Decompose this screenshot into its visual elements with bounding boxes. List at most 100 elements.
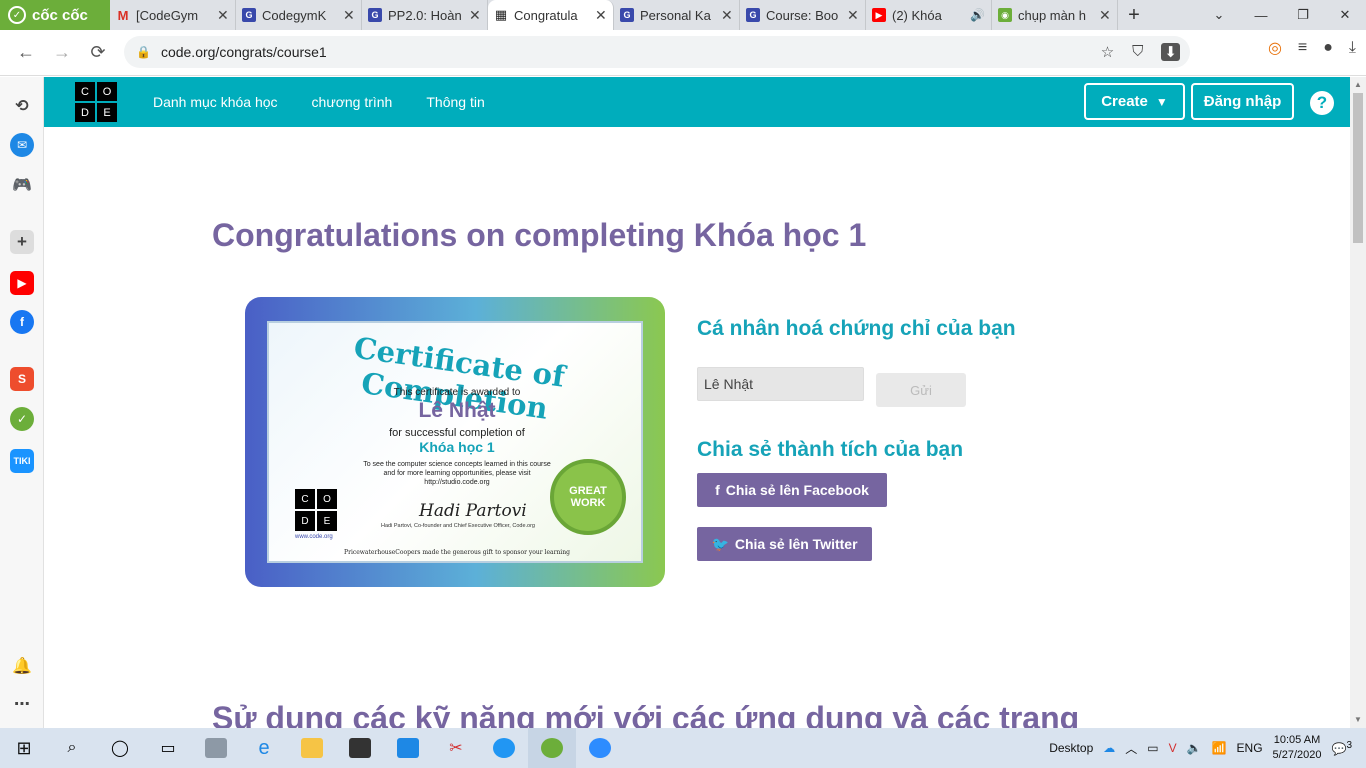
downloads-icon[interactable]: ⤓ (1349, 39, 1356, 57)
forward-button[interactable]: → (44, 35, 80, 71)
coccoc-icon[interactable] (528, 728, 576, 768)
close-tab-icon[interactable]: ✕ (1099, 7, 1111, 24)
url-text: code.org/congrats/course1 (160, 44, 327, 60)
desktop-toolbar-label[interactable]: Desktop (1049, 741, 1093, 755)
address-bar[interactable]: 🔒 code.org/congrats/course1 ☆ ⛉ ⬇ (124, 36, 1190, 68)
language-indicator[interactable]: ENG (1237, 741, 1263, 755)
profile-icon[interactable]: ● (1323, 39, 1333, 57)
games-icon[interactable]: 🎮 (10, 173, 34, 197)
scroll-down-arrow-icon[interactable]: ▼ (1350, 712, 1366, 728)
tab-3-active[interactable]: ▦ Congratula ✕ (488, 0, 614, 30)
nav-course-catalog[interactable]: Danh mục khóa học (153, 94, 278, 110)
windows-start-icon[interactable]: ⊞ (0, 728, 48, 768)
edge-icon[interactable]: e (240, 728, 288, 768)
youtube-icon[interactable]: ▶ (10, 271, 34, 295)
antivirus-icon[interactable]: V (1169, 741, 1177, 755)
close-tab-icon[interactable]: ✕ (847, 7, 859, 24)
tiki-icon[interactable]: TIKI (10, 449, 34, 473)
shopee-icon[interactable]: S (10, 367, 34, 391)
tab-list-icon[interactable]: ⌄ (1198, 0, 1240, 30)
close-tab-icon[interactable]: ✕ (217, 7, 229, 24)
window-controls: ⌄ — ❐ ✕ (1198, 0, 1366, 30)
lock-icon: 🔒 (136, 45, 151, 59)
close-tab-icon[interactable]: ✕ (469, 7, 481, 24)
tab-title: chụp màn h (1018, 7, 1086, 23)
submit-button[interactable]: Gửi (876, 373, 966, 407)
create-button[interactable]: Create ▼ (1084, 83, 1185, 120)
system-clock[interactable]: 10:05 AM 5/27/2020 (1273, 733, 1322, 763)
snipping-tool-icon[interactable]: ✂ (432, 728, 480, 768)
create-label: Create (1101, 93, 1148, 110)
tab-2[interactable]: G PP2.0: Hoàn ✕ (362, 0, 488, 30)
extension-icon[interactable]: ◎ (1268, 38, 1282, 58)
wifi-icon[interactable]: 📶 (1212, 741, 1227, 755)
zalo-icon[interactable] (480, 728, 528, 768)
logo-letter: D (75, 103, 95, 122)
onedrive-icon[interactable]: ☁ (1103, 741, 1115, 755)
code-org-logo[interactable]: C O D E (75, 82, 117, 122)
gmail-icon: M (117, 7, 129, 23)
maximize-button[interactable]: ❐ (1282, 0, 1324, 30)
logo-letter: D (295, 511, 315, 531)
speaker-icon[interactable]: 🔊 (970, 8, 985, 22)
logo-letter: C (295, 489, 315, 509)
tab-1[interactable]: G CodegymK ✕ (236, 0, 362, 30)
tab-5[interactable]: G Course: Boo ✕ (740, 0, 866, 30)
page-scrollbar[interactable]: ▲ ▼ (1350, 77, 1366, 728)
messenger-icon[interactable]: ✉ (10, 133, 34, 157)
history-icon[interactable]: ⟲ (10, 94, 34, 118)
clock-time: 10:05 AM (1273, 734, 1321, 746)
tab-title: Personal Ka (640, 7, 711, 23)
task-view-icon[interactable]: ▭ (144, 728, 192, 768)
back-button[interactable]: ← (8, 35, 44, 71)
close-tab-icon[interactable]: ✕ (721, 7, 733, 24)
download-icon[interactable]: ⬇ (1161, 43, 1180, 61)
share-facebook-button[interactable]: f Chia sẻ lên Facebook (697, 473, 887, 507)
new-tab-button[interactable]: + (1118, 0, 1150, 30)
shield-icon[interactable]: ⛉ (1132, 43, 1143, 61)
login-button[interactable]: Đăng nhập (1191, 83, 1294, 120)
zoom-icon[interactable] (576, 728, 624, 768)
facebook-icon[interactable]: f (10, 310, 34, 334)
logo-letter: O (97, 82, 117, 101)
share-twitter-button[interactable]: 🐦 Chia sẻ lên Twitter (697, 527, 872, 561)
notifications-icon[interactable]: 💬3 (1331, 740, 1352, 756)
more-icon[interactable]: ⋯ (10, 692, 34, 716)
certificate-sponsor: PricewaterhouseCoopers made the generous… (344, 549, 570, 556)
show-hidden-icons[interactable]: ︿ (1125, 740, 1137, 757)
store-icon[interactable] (336, 728, 384, 768)
tab-7[interactable]: ◉ chụp màn h ✕ (992, 0, 1118, 30)
certificate-body: Certificate of Completion This certifica… (267, 321, 643, 563)
tab-6[interactable]: ▶ (2) Khóa 🔊 (866, 0, 992, 30)
search-icon[interactable]: ⌕ (48, 728, 96, 768)
certificate-name-input[interactable]: Lê Nhật (697, 367, 864, 401)
scrollbar-thumb[interactable] (1353, 93, 1363, 243)
close-tab-icon[interactable]: ✕ (343, 7, 355, 24)
scroll-up-arrow-icon[interactable]: ▲ (1350, 77, 1366, 93)
tab-4[interactable]: G Personal Ka ✕ (614, 0, 740, 30)
coccoc-logo-icon: ✓ (8, 6, 26, 24)
bookmark-star-icon[interactable]: ☆ (1101, 43, 1114, 61)
coccoc-icon[interactable]: ✓ (10, 407, 34, 431)
help-icon[interactable]: ? (1310, 91, 1334, 115)
apps-section-heading: Sử dụng các kỹ năng mới với các ứng dụng… (212, 700, 1080, 728)
add-panel-icon[interactable]: + (10, 230, 34, 254)
notifications-bell-icon[interactable]: 🔔 (10, 654, 34, 678)
cortana-icon[interactable]: ◯ (96, 728, 144, 768)
file-explorer-icon[interactable] (288, 728, 336, 768)
logo-letter: E (317, 511, 337, 531)
minimize-button[interactable]: — (1240, 0, 1282, 30)
logo-letter: C (75, 82, 95, 101)
nav-about[interactable]: Thông tin (426, 94, 484, 110)
mail-icon[interactable] (384, 728, 432, 768)
app-icon[interactable] (192, 728, 240, 768)
close-tab-icon[interactable]: ✕ (595, 7, 607, 24)
volume-icon[interactable]: 🔈 (1187, 741, 1202, 755)
close-window-button[interactable]: ✕ (1324, 0, 1366, 30)
tab-0[interactable]: M [CodeGym ✕ (110, 0, 236, 30)
browser-brand[interactable]: ✓ cốc cốc (0, 0, 110, 30)
youtube-icon: ▶ (872, 8, 886, 22)
nav-programs[interactable]: chương trình (312, 94, 393, 110)
playlist-icon[interactable]: ≡ (1298, 39, 1307, 57)
reload-button[interactable]: ⟳ (80, 35, 116, 71)
